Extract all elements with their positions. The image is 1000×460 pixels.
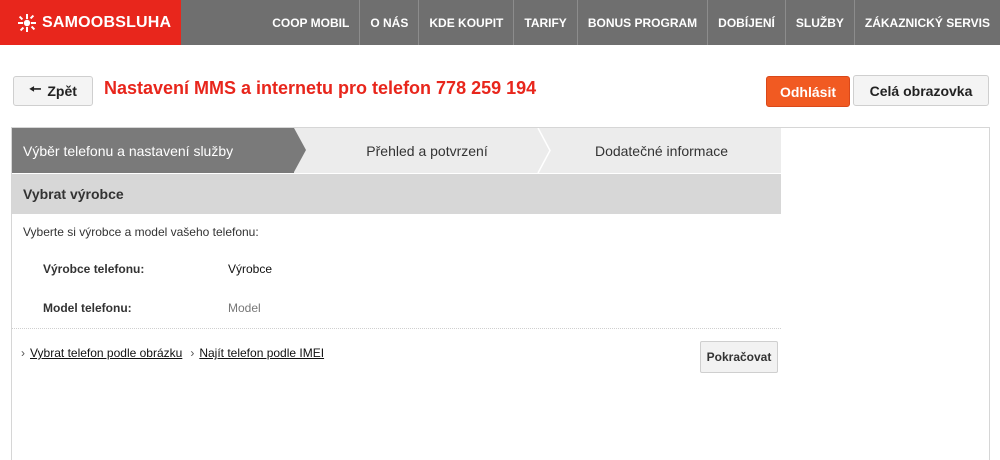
- wizard-panel: Výběr telefonu a nastavení služby Přehle…: [11, 127, 990, 460]
- step-additional-info: Dodatečné informace: [594, 142, 729, 159]
- coop-star-icon: [18, 13, 36, 32]
- nav-item-coop-mobil[interactable]: COOP MOBIL: [262, 0, 359, 45]
- manufacturer-label: Výrobce telefonu:: [43, 262, 145, 276]
- link-find-by-imei[interactable]: Najít telefon podle IMEI: [199, 346, 324, 360]
- chevron-right-icon: ›: [21, 346, 25, 360]
- page-title: Nastavení MMS a internetu pro telefon 77…: [104, 78, 537, 98]
- model-select[interactable]: Model: [228, 301, 261, 315]
- fullscreen-button[interactable]: Celá obrazovka: [853, 75, 989, 106]
- chevron-right-icon: ›: [190, 346, 195, 360]
- section-title: Vybrat výrobce: [12, 174, 781, 214]
- section-divider: [12, 328, 781, 329]
- nav-item-kde-koupit[interactable]: KDE KOUPIT: [418, 0, 513, 45]
- back-button-label: Zpět: [47, 83, 77, 99]
- back-button[interactable]: 🠔 Zpět: [13, 76, 93, 106]
- manufacturer-select[interactable]: Výrobce: [228, 262, 272, 276]
- link-select-by-image[interactable]: Vybrat telefon podle obrázku: [30, 346, 182, 360]
- brand-logo[interactable]: SAMOOBSLUHA: [0, 0, 181, 45]
- continue-button[interactable]: Pokračovat: [700, 341, 778, 373]
- nav-item-zakaznicky-servis[interactable]: ZÁKAZNICKÝ SERVIS: [853, 0, 1000, 45]
- step-select-phone: Výběr telefonu a nastavení služby: [12, 128, 306, 173]
- step-overview: Přehled a potvrzení: [366, 142, 488, 159]
- model-label: Model telefonu:: [43, 301, 132, 315]
- top-navigation-bar: SAMOOBSLUHA COOP MOBIL O NÁS KDE KOUPIT …: [0, 0, 1000, 45]
- nav-item-dobijeni[interactable]: DOBÍJENÍ: [707, 0, 785, 45]
- nav-item-bonus-program[interactable]: BONUS PROGRAM: [576, 0, 707, 45]
- nav-item-tarify[interactable]: TARIFY: [513, 0, 576, 45]
- nav-item-o-nas[interactable]: O NÁS: [359, 0, 418, 45]
- nav-item-sluzby[interactable]: SLUŽBY: [784, 0, 854, 45]
- arrow-left-icon: 🠔: [29, 81, 42, 97]
- main-nav: COOP MOBIL O NÁS KDE KOUPIT TARIFY BONUS…: [262, 0, 1000, 45]
- logout-button[interactable]: Odhlásit: [766, 76, 850, 107]
- brand-name: SAMOOBSLUHA: [42, 13, 172, 31]
- wizard-steps: Výběr telefonu a nastavení služby Přehle…: [12, 128, 781, 173]
- section-intro: Vyberte si výrobce a model vašeho telefo…: [23, 225, 259, 239]
- alternative-links: › Vybrat telefon podle obrázku › Najít t…: [21, 346, 332, 360]
